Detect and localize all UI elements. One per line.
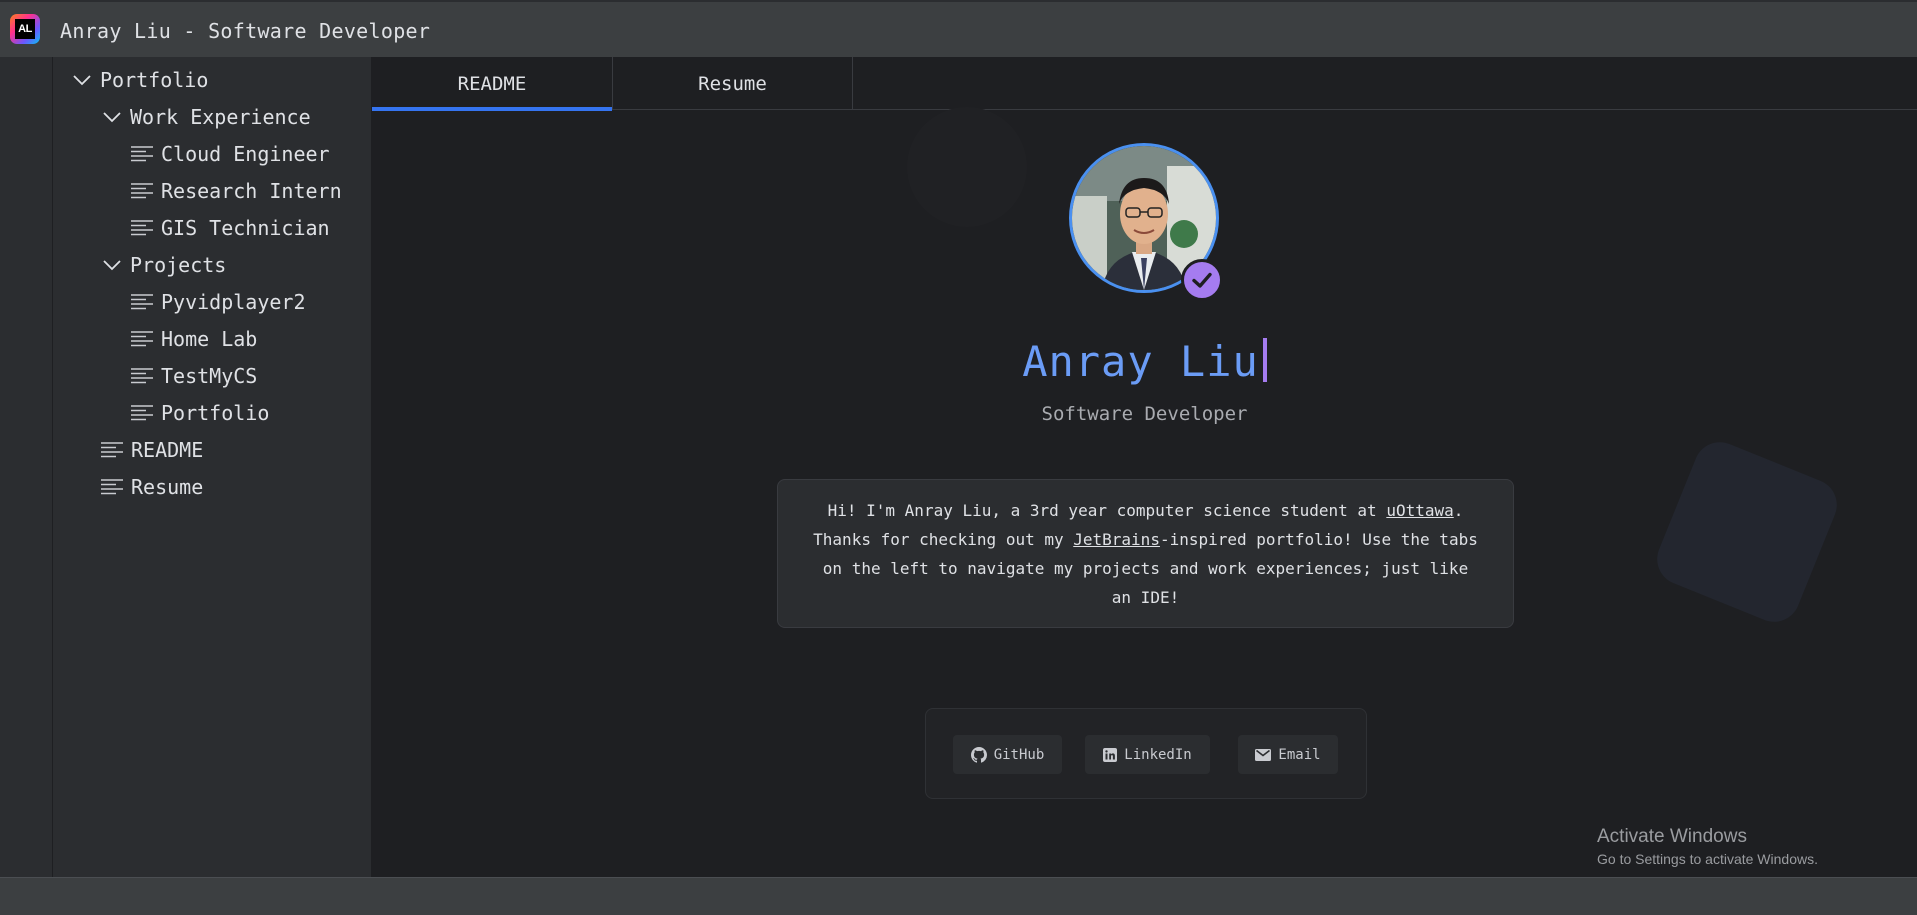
chevron-down-icon[interactable] bbox=[100, 253, 124, 277]
watermark-subtitle: Go to Settings to activate Windows. bbox=[1597, 851, 1818, 867]
tree-folder-projects[interactable]: Projects bbox=[100, 246, 226, 283]
watermark-title: Activate Windows bbox=[1597, 826, 1747, 847]
text-file-icon bbox=[130, 327, 154, 351]
tab-readme[interactable]: README bbox=[372, 57, 613, 111]
github-label: GitHub bbox=[993, 746, 1045, 763]
tree-item-readme[interactable]: README bbox=[100, 431, 203, 468]
app-logo-icon: AL bbox=[10, 14, 40, 44]
intro-text-part: Hi! I'm Anray Liu, a 3rd year computer s… bbox=[827, 500, 1387, 520]
check-circle-icon bbox=[1181, 259, 1223, 301]
editor-area: README Resume Anray Liu Software Develop… bbox=[372, 57, 1917, 877]
text-file-icon bbox=[130, 179, 154, 203]
tree-item-home-lab[interactable]: Home Lab bbox=[130, 320, 257, 357]
tree-label: Cloud Engineer bbox=[161, 141, 330, 166]
linkedin-label: LinkedIn bbox=[1124, 746, 1192, 763]
tool-window-strip bbox=[0, 57, 53, 877]
status-bar bbox=[0, 877, 1917, 915]
text-file-icon bbox=[100, 475, 124, 499]
tree-label: Pyvidplayer2 bbox=[161, 289, 306, 314]
tree-label: Home Lab bbox=[161, 326, 258, 351]
tree-label: Portfolio bbox=[161, 400, 270, 425]
chevron-down-icon[interactable] bbox=[100, 105, 124, 129]
windows-activation-watermark: Activate Windows Go to Settings to activ… bbox=[1597, 825, 1818, 869]
project-tree: Portfolio Work Experience Cloud Engineer… bbox=[53, 57, 372, 877]
window-title: Anray Liu - Software Developer bbox=[60, 19, 431, 43]
tree-item-cloud-engineer[interactable]: Cloud Engineer bbox=[130, 135, 330, 172]
github-icon bbox=[970, 746, 987, 763]
text-file-icon bbox=[130, 216, 154, 240]
text-file-icon bbox=[130, 364, 154, 388]
profile-name: Anray Liu bbox=[1022, 337, 1259, 386]
linkedin-button[interactable]: LinkedIn bbox=[1085, 735, 1210, 774]
tree-item-resume[interactable]: Resume bbox=[100, 468, 203, 505]
tree-label: TestMyCS bbox=[161, 363, 258, 388]
intro-card: Hi! I'm Anray Liu, a 3rd year computer s… bbox=[777, 479, 1514, 628]
profile-name-heading: Anray Liu bbox=[372, 337, 1917, 386]
title-bar: AL Anray Liu - Software Developer bbox=[0, 0, 1917, 57]
tree-label: Resume bbox=[131, 474, 204, 499]
social-links-card: GitHub LinkedIn Email bbox=[925, 708, 1367, 799]
tree-label: GIS Technician bbox=[161, 215, 330, 240]
text-file-icon bbox=[130, 142, 154, 166]
text-file-icon bbox=[130, 401, 154, 425]
intro-text: Hi! I'm Anray Liu, a 3rd year computer s… bbox=[810, 496, 1481, 612]
email-label: Email bbox=[1278, 746, 1321, 763]
email-button[interactable]: Email bbox=[1238, 735, 1338, 774]
text-file-icon bbox=[130, 290, 154, 314]
tree-label: Research Intern bbox=[161, 178, 342, 203]
tree-label: Projects bbox=[130, 252, 227, 277]
uottawa-link[interactable]: uOttawa bbox=[1386, 501, 1453, 520]
tree-label: README bbox=[131, 437, 204, 462]
profile-role: Software Developer bbox=[1041, 403, 1248, 425]
tree-item-research-intern[interactable]: Research Intern bbox=[130, 172, 342, 209]
tree-item-pyvidplayer2[interactable]: Pyvidplayer2 bbox=[130, 283, 306, 320]
jetbrains-link[interactable]: JetBrains bbox=[1073, 530, 1160, 549]
tab-resume[interactable]: Resume bbox=[613, 57, 853, 110]
linkedin-icon bbox=[1103, 747, 1118, 762]
tree-label: Portfolio bbox=[100, 67, 209, 92]
background-decoration bbox=[1649, 434, 1845, 630]
github-button[interactable]: GitHub bbox=[953, 735, 1062, 774]
tree-folder-portfolio[interactable]: Portfolio bbox=[70, 61, 208, 98]
tree-item-testmycs[interactable]: TestMyCS bbox=[130, 357, 257, 394]
tree-item-gis-technician[interactable]: GIS Technician bbox=[130, 209, 330, 246]
mail-icon bbox=[1255, 748, 1272, 761]
profile-avatar-container bbox=[1069, 143, 1223, 301]
tree-item-portfolio[interactable]: Portfolio bbox=[130, 394, 269, 431]
text-file-icon bbox=[100, 438, 124, 462]
editor-tabs: README Resume bbox=[372, 57, 1917, 111]
tree-label: Work Experience bbox=[130, 104, 311, 129]
text-cursor bbox=[1262, 338, 1267, 382]
background-decoration bbox=[907, 107, 1027, 227]
tree-folder-work-experience[interactable]: Work Experience bbox=[100, 98, 311, 135]
app-logo-text: AL bbox=[15, 19, 35, 39]
chevron-down-icon[interactable] bbox=[70, 68, 94, 92]
